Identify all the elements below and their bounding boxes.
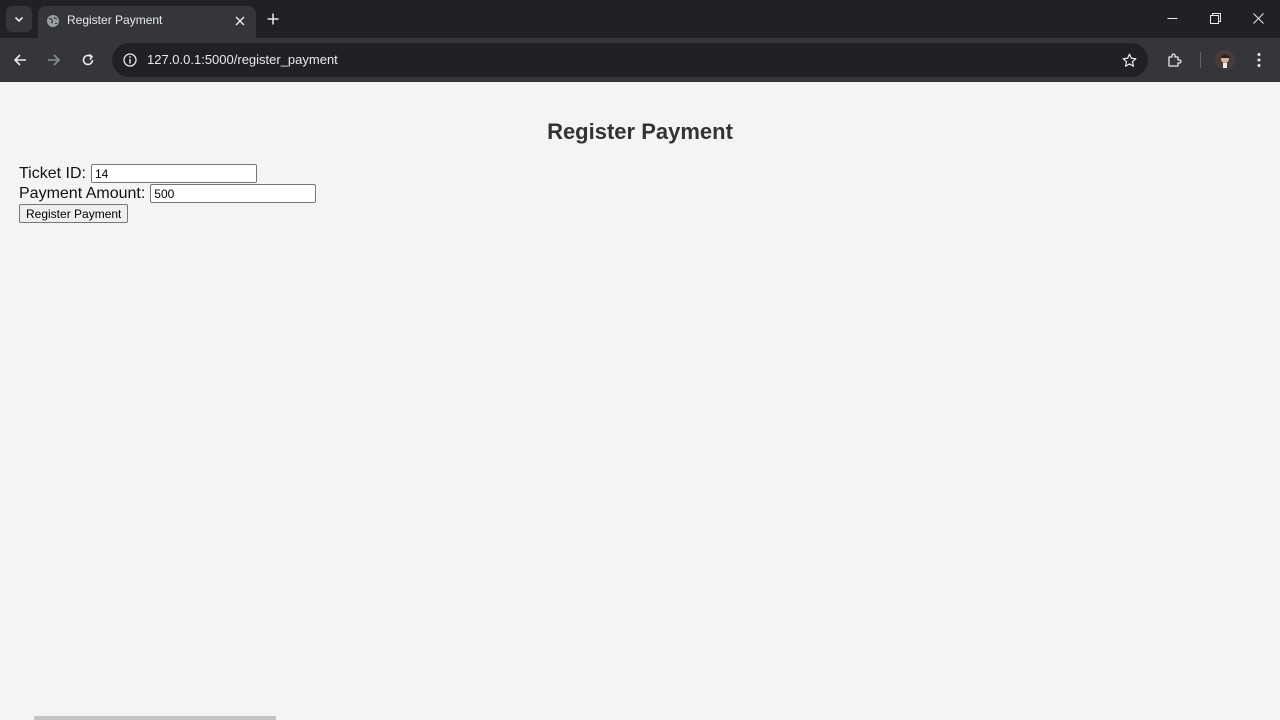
- arrow-right-icon: [48, 54, 61, 66]
- more-vertical-icon: [1257, 53, 1261, 67]
- profile-avatar[interactable]: [1215, 50, 1235, 70]
- ticket-id-label: Ticket ID:: [19, 164, 86, 182]
- browser-chrome: Register Payment 127.0.0.1:5000/register…: [0, 0, 1280, 82]
- menu-button[interactable]: [1246, 47, 1272, 73]
- bookmark-button[interactable]: [1120, 51, 1138, 69]
- info-icon: [123, 53, 137, 67]
- window-close-button[interactable]: [1236, 0, 1280, 36]
- scrollbar[interactable]: [34, 716, 276, 720]
- payment-amount-label: Payment Amount:: [19, 184, 146, 202]
- arrow-left-icon: [13, 54, 26, 66]
- site-info-button[interactable]: [121, 51, 139, 69]
- toolbar-divider: [1200, 52, 1201, 68]
- reload-button[interactable]: [75, 47, 101, 73]
- tab-close-button[interactable]: [232, 13, 248, 29]
- tab-register-payment[interactable]: Register Payment: [38, 6, 256, 38]
- tab-title: Register Payment: [67, 13, 163, 27]
- minimize-button[interactable]: [1150, 0, 1194, 36]
- page-content: Register Payment Ticket ID: Payment Amou…: [0, 82, 1280, 720]
- address-bar[interactable]: 127.0.0.1:5000/register_payment: [112, 43, 1148, 77]
- forward-button[interactable]: [41, 47, 67, 73]
- restore-icon: [1209, 12, 1221, 24]
- ticket-id-input[interactable]: [90, 164, 257, 183]
- plus-icon: [267, 13, 279, 25]
- close-icon: [1252, 12, 1264, 24]
- puzzle-icon: [1168, 53, 1182, 67]
- payment-amount-input[interactable]: [150, 184, 317, 203]
- url-text: 127.0.0.1:5000/register_payment: [147, 52, 338, 67]
- minimize-icon: [1167, 17, 1177, 19]
- reload-icon: [82, 53, 94, 66]
- star-icon: [1122, 53, 1136, 67]
- avatar-icon: [1215, 50, 1235, 70]
- payment-amount-row: Payment Amount:: [19, 184, 317, 203]
- extensions-button[interactable]: [1162, 47, 1188, 73]
- back-button[interactable]: [7, 47, 33, 73]
- tab-strip: Register Payment: [0, 0, 1280, 38]
- browser-toolbar: 127.0.0.1:5000/register_payment: [0, 38, 1280, 82]
- close-icon: [235, 16, 245, 26]
- new-tab-button[interactable]: [262, 8, 284, 30]
- globe-icon: [47, 15, 59, 27]
- ticket-id-row: Ticket ID:: [19, 164, 257, 183]
- tab-search-button[interactable]: [6, 6, 32, 32]
- restore-button[interactable]: [1193, 0, 1237, 36]
- chevron-down-icon: [14, 16, 24, 23]
- page-title: Register Payment: [547, 119, 733, 144]
- register-payment-button[interactable]: Register Payment: [19, 204, 129, 223]
